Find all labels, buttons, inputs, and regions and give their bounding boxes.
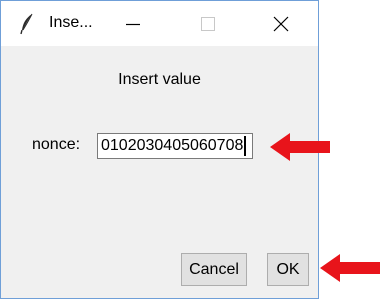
cancel-button[interactable]: Cancel [181,253,247,286]
arrow-left-icon [320,254,380,282]
close-button[interactable] [258,1,304,46]
arrow-left-icon [270,133,330,161]
window-title: Inse... [49,14,93,31]
nonce-value: 0102030405060708 [101,137,244,154]
close-icon [273,16,289,31]
title-bar[interactable]: Inse... [1,1,318,46]
nonce-label: nonce: [32,136,81,153]
ok-button[interactable]: OK [267,253,309,286]
maximize-icon [201,16,215,31]
feather-icon [20,13,34,35]
prompt-text: Insert value [118,71,201,88]
text-caret [244,135,247,156]
nonce-input[interactable]: 0102030405060708 [97,133,253,159]
minimize-button[interactable] [110,1,156,46]
maximize-button[interactable] [185,1,231,46]
minimize-icon [126,23,140,25]
